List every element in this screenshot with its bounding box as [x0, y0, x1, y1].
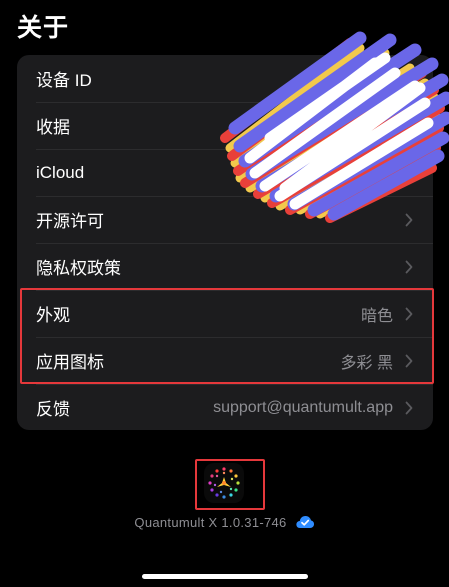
chevron-right-icon: [405, 401, 413, 414]
app-logo-icon: [208, 467, 240, 499]
quantumult-app-icon: [204, 463, 244, 503]
chevron-right-icon: [405, 260, 413, 273]
version-row: Quantumult X 1.0.31-746: [0, 514, 449, 530]
row-privacy-policy[interactable]: 隐私权政策: [17, 243, 433, 290]
annotation-box-appearance: [20, 288, 434, 384]
home-indicator[interactable]: [142, 574, 308, 579]
page-title: 关于: [17, 14, 70, 42]
verified-badge-icon: [295, 516, 314, 528]
row-label: 隐私权政策: [36, 259, 121, 278]
row-feedback[interactable]: 反馈 support@quantumult.app: [17, 384, 433, 430]
row-label: 反馈: [36, 400, 70, 419]
row-value: support@quantumult.app: [213, 398, 393, 416]
app-version: Quantumult X 1.0.31-746: [134, 514, 287, 530]
redaction-scribble: [220, 31, 449, 223]
